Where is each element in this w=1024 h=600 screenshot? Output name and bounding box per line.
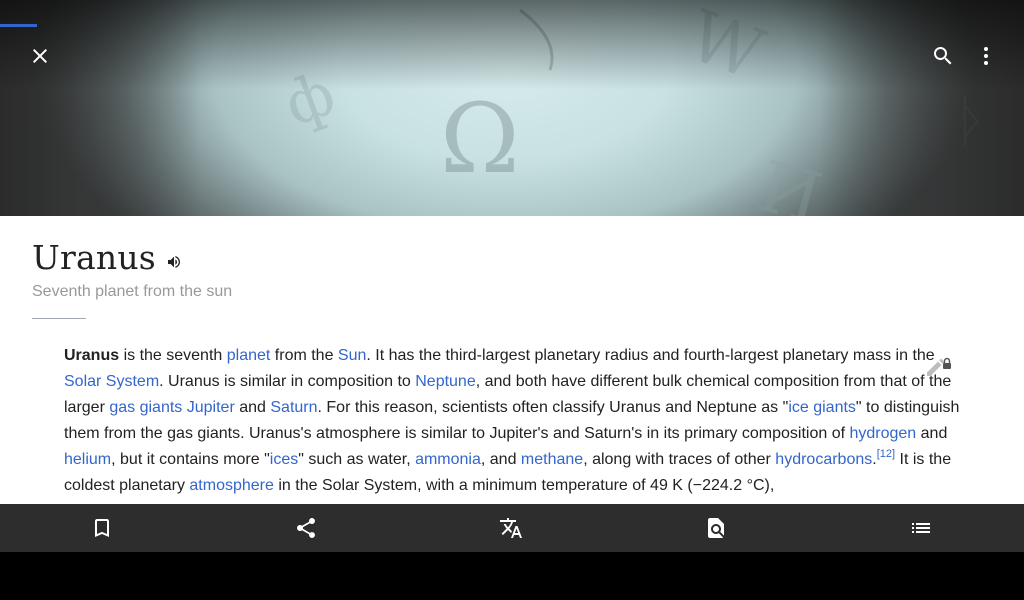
link-ammonia[interactable]: ammonia [415,451,481,468]
text-segment: , but it contains more " [111,451,270,468]
text-segment: and [234,399,271,416]
text-segment: . Uranus is similar in composition to [159,373,416,390]
speaker-icon [167,256,180,268]
reference-link-12[interactable]: [12] [877,448,895,460]
page-title: Uranus [32,238,156,277]
link-gas-giants[interactable]: gas giants [109,399,182,416]
link-hydrogen[interactable]: hydrogen [849,425,916,442]
link-atmosphere[interactable]: atmosphere [189,477,274,494]
link-methane[interactable]: methane [521,451,583,468]
text-segment: is the seventh [119,347,227,364]
text-segment: . For this reason, scientists often clas… [317,399,789,416]
text-segment: and [916,425,948,442]
text-segment: . It has the third-largest planetary rad… [366,347,935,364]
share-button[interactable] [282,504,330,552]
translate-icon [500,518,522,538]
page-description: Seventh planet from the sun [32,283,233,300]
app-screen: Ω ф W И ᚦ [0,0,1024,600]
close-button[interactable] [20,36,60,76]
title-row: Uranus [32,238,184,278]
text-segment: from the [270,347,338,364]
article-content: Uranus Seventh planet from the sun Uranu… [0,216,1024,504]
link-sun[interactable]: Sun [338,347,366,364]
bold-term: Uranus [64,347,120,364]
text-segment: , along with traces of other [583,451,776,468]
link-planet[interactable]: planet [227,347,271,364]
text-segment: " such as water, [298,451,416,468]
change-language-button[interactable] [487,504,535,552]
save-bookmark-button[interactable] [78,504,126,552]
link-helium[interactable]: helium [64,451,111,468]
pronunciation-audio-button[interactable] [164,252,184,272]
link-hydrocarbons[interactable]: hydrocarbons [775,451,872,468]
table-of-contents-button[interactable] [897,504,945,552]
find-in-page-icon [708,518,724,538]
find-in-page-button[interactable] [692,504,740,552]
link-ices[interactable]: ices [270,451,298,468]
page-action-bar [0,504,1024,552]
hero-top-shade [0,0,1024,90]
edit-locked-icon [927,357,951,376]
bookmark-icon [95,519,109,537]
search-icon [934,47,952,65]
lead-image[interactable]: Ω ф W И ᚦ [0,0,1024,216]
lead-paragraph: Uranus is the seventh planet from the Su… [64,343,964,499]
link-jupiter[interactable]: Jupiter [187,399,235,416]
page-load-progress-bar [0,24,37,27]
title-divider [32,318,86,319]
edit-section-button[interactable] [921,352,955,382]
text-segment: in the Solar System, with a minimum temp… [273,477,775,494]
link-ice-giants[interactable]: ice giants [788,399,856,416]
share-icon [297,518,315,538]
overflow-menu-button[interactable] [966,36,1006,76]
text-segment: , and [480,451,521,468]
link-neptune[interactable]: Neptune [415,373,476,390]
more-vert-icon [984,47,988,65]
contents-list-icon [912,523,930,533]
close-icon [33,49,47,63]
link-saturn[interactable]: Saturn [270,399,317,416]
search-button[interactable] [923,36,963,76]
link-solar-system[interactable]: Solar System [64,373,159,390]
